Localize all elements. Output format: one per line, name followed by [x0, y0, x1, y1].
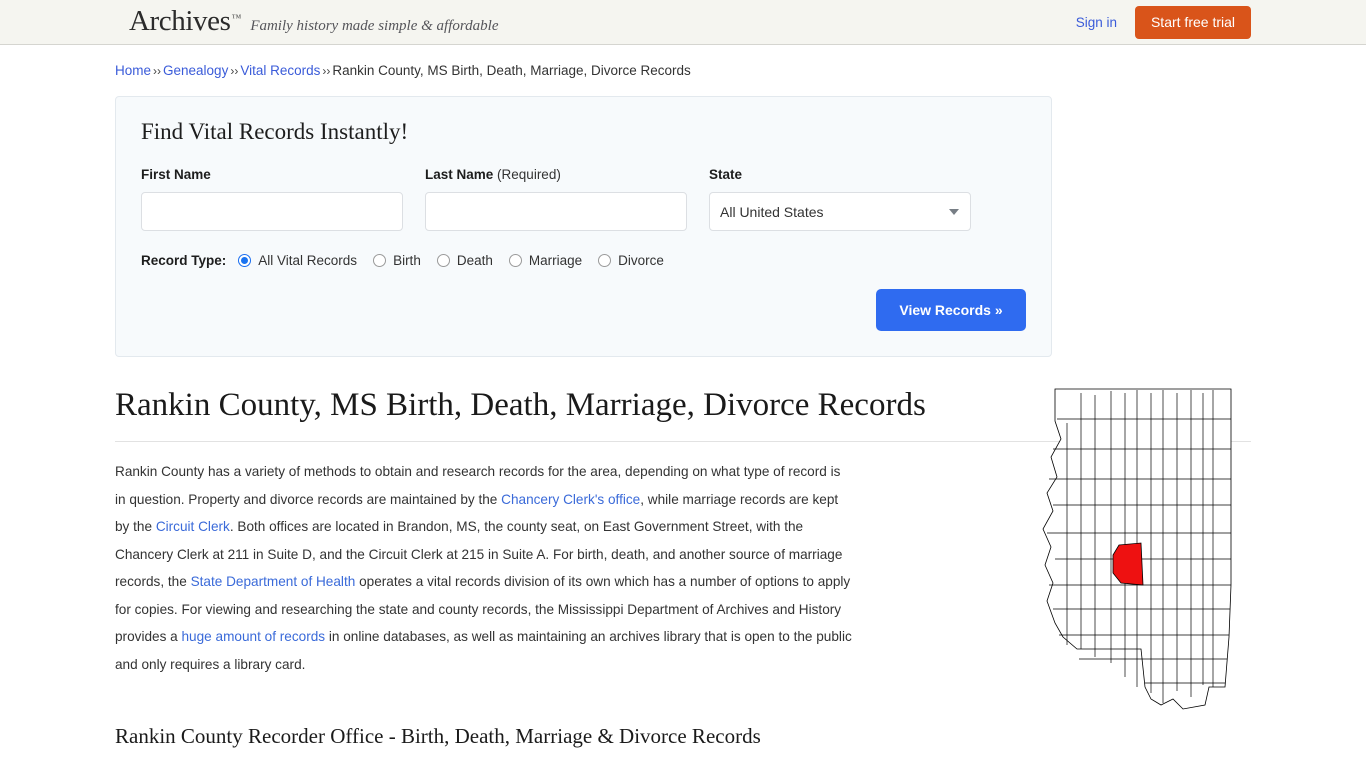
search-panel-title: Find Vital Records Instantly! — [141, 119, 409, 144]
record-type-option-marriage[interactable]: Marriage — [508, 253, 583, 268]
mississippi-county-map — [1033, 387, 1243, 717]
vital-records-search-panel: Find Vital Records Instantly! First Name… — [115, 96, 1052, 357]
state-field-group: State All United States — [709, 167, 971, 231]
breadcrumb-item-vital-records[interactable]: Vital Records — [240, 63, 320, 78]
record-type-option-birth[interactable]: Birth — [373, 253, 421, 268]
search-submit-row: View Records » — [141, 289, 1026, 331]
last-name-field-group: Last Name (Required) — [425, 167, 687, 231]
link-huge-amount-of-records[interactable]: huge amount of records — [182, 629, 326, 644]
intro-paragraph: Rankin County has a variety of methods t… — [115, 458, 853, 678]
header-actions: Sign in Start free trial — [1076, 0, 1251, 44]
radio-icon-all[interactable] — [238, 254, 252, 267]
site-logo[interactable]: Archives ™ Family history made simple & a… — [129, 7, 498, 36]
header-inner: Archives ™ Family history made simple & a… — [105, 0, 1261, 44]
breadcrumb-item-current: Rankin County, MS Birth, Death, Marriage… — [332, 63, 691, 78]
search-fields-row: First Name Last Name (Required) State Al… — [141, 167, 1026, 231]
record-type-option-all-label: All Vital Records — [258, 253, 358, 268]
trademark-symbol: ™ — [231, 13, 242, 24]
first-name-label: First Name — [141, 167, 211, 182]
brand-name: Archives — [129, 5, 231, 37]
breadcrumb-separator: ›› — [230, 64, 239, 78]
breadcrumb-separator: ›› — [322, 64, 331, 78]
first-name-input[interactable] — [141, 192, 403, 231]
site-header: Archives ™ Family history made simple & a… — [0, 0, 1366, 45]
last-name-input[interactable] — [425, 192, 687, 231]
record-type-option-marriage-label: Marriage — [528, 253, 583, 268]
first-name-field-group: First Name — [141, 167, 403, 231]
record-type-group: Record Type: All Vital Records Birth Dea… — [141, 253, 1026, 268]
breadcrumb-separator: ›› — [153, 64, 162, 78]
view-records-button[interactable]: View Records » — [876, 289, 1026, 331]
breadcrumb: Home ›› Genealogy ›› Vital Records ›› Rankin C… — [115, 45, 1251, 78]
start-free-trial-button[interactable]: Start free trial — [1134, 5, 1251, 39]
article-body: Rankin County has a variety of methods t… — [115, 458, 853, 768]
main-content: Rankin County, MS Birth, Death, Marriage… — [115, 387, 1251, 768]
link-circuit-clerk[interactable]: Circuit Clerk — [156, 519, 230, 534]
radio-icon-divorce[interactable] — [598, 254, 612, 267]
highlighted-county-rankin — [1112, 542, 1144, 586]
record-type-option-birth-label: Birth — [393, 253, 421, 268]
sign-in-link[interactable]: Sign in — [1076, 15, 1117, 30]
radio-icon-death[interactable] — [436, 254, 450, 267]
last-name-label-text: Last Name — [425, 167, 494, 182]
breadcrumb-item-home[interactable]: Home — [115, 63, 151, 78]
radio-icon-birth[interactable] — [373, 254, 387, 267]
record-type-option-death-label: Death — [456, 253, 493, 268]
state-select[interactable]: All United States — [709, 192, 971, 231]
radio-icon-marriage[interactable] — [508, 254, 522, 267]
record-type-option-death[interactable]: Death — [436, 253, 493, 268]
link-chancery-clerks-office[interactable]: Chancery Clerk's office — [501, 492, 640, 507]
record-type-option-divorce-label: Divorce — [618, 253, 664, 268]
link-state-department-of-health[interactable]: State Department of Health — [191, 574, 356, 589]
page-container: Home ›› Genealogy ›› Vital Records ›› Rankin C… — [105, 45, 1261, 768]
breadcrumb-item-genealogy[interactable]: Genealogy — [163, 63, 228, 78]
last-name-required-note: (Required) — [497, 167, 561, 182]
last-name-label: Last Name (Required) — [425, 167, 687, 182]
record-type-option-divorce[interactable]: Divorce — [598, 253, 664, 268]
record-type-label: Record Type: — [141, 253, 227, 268]
state-label: State — [709, 167, 743, 182]
record-type-option-all[interactable]: All Vital Records — [238, 253, 357, 268]
map-svg — [1042, 388, 1232, 710]
recorder-office-section-title: Rankin County Recorder Office - Birth, D… — [115, 724, 761, 749]
state-select-wrapper: All United States — [709, 192, 971, 231]
brand-tagline: Family history made simple & affordable — [250, 18, 499, 34]
